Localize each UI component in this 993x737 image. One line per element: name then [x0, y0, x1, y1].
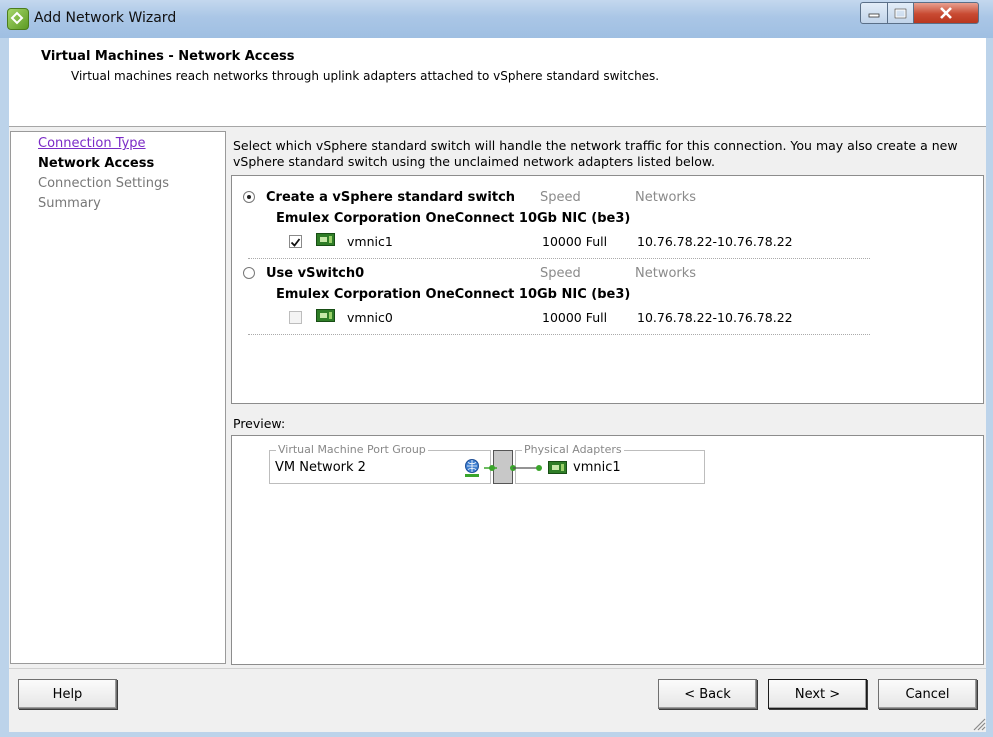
adapter-networks: 10.76.78.22-10.76.78.22: [637, 234, 793, 249]
network-adapter-icon: [316, 309, 335, 322]
wizard-steps: Connection Type Network Access Connectio…: [10, 131, 226, 664]
port-group-box: Virtual Machine Port Group VM Network 2: [269, 443, 491, 484]
create-switch-label[interactable]: Create a vSphere standard switch: [266, 190, 515, 205]
adapter-name: vmnic1: [347, 234, 393, 249]
networks-column-header: Networks: [635, 266, 697, 281]
title-bar[interactable]: Add Network Wizard: [0, 0, 993, 38]
next-button[interactable]: Next >: [768, 679, 867, 709]
vmnic0-checkbox[interactable]: [289, 311, 302, 324]
adapter-speed: 10000 Full: [542, 234, 608, 249]
adapter-speed: 10000 Full: [542, 310, 608, 325]
networks-column-header: Networks: [635, 190, 697, 205]
step-connection-type[interactable]: Connection Type: [38, 136, 146, 151]
cancel-button[interactable]: Cancel: [878, 679, 977, 709]
minimize-button[interactable]: [860, 2, 888, 24]
adapter-name: vmnic0: [347, 310, 393, 325]
resize-grip-icon[interactable]: [970, 715, 986, 731]
preview-panel: Virtual Machine Port Group VM Network 2 …: [231, 435, 984, 665]
speed-column-header: Speed: [540, 266, 581, 281]
page-subtitle: Virtual machines reach networks through …: [71, 69, 660, 83]
wizard-header: Virtual Machines - Network Access Virtua…: [9, 38, 986, 127]
switch-selection-panel: Create a vSphere standard switch Speed N…: [231, 175, 984, 404]
page-title: Virtual Machines - Network Access: [41, 49, 295, 64]
instructions-text: Select which vSphere standard switch wil…: [233, 138, 958, 169]
port-group-name: VM Network 2: [275, 460, 366, 475]
vmnic1-checkbox[interactable]: [289, 235, 302, 248]
network-adapter-icon: [548, 461, 567, 474]
step-network-access: Network Access: [38, 156, 155, 171]
close-button[interactable]: [913, 2, 979, 24]
back-button[interactable]: < Back: [658, 679, 757, 709]
window-title: Add Network Wizard: [34, 10, 177, 26]
physical-adapters-title: Physical Adapters: [522, 443, 624, 456]
row-divider: [248, 258, 870, 259]
adapter-networks: 10.76.78.22-10.76.78.22: [637, 310, 793, 325]
maximize-button[interactable]: [887, 2, 914, 24]
nic-group-title: Emulex Corporation OneConnect 10Gb NIC (…: [276, 287, 631, 302]
port-group-title: Virtual Machine Port Group: [276, 443, 428, 456]
network-adapter-icon: [316, 233, 335, 246]
check-icon: [290, 238, 301, 247]
step-connection-settings: Connection Settings: [38, 176, 170, 191]
vm-network-icon: [465, 459, 479, 477]
nic-group-title: Emulex Corporation OneConnect 10Gb NIC (…: [276, 211, 631, 226]
step-summary: Summary: [38, 196, 101, 211]
wizard-app-icon: [7, 8, 29, 30]
preview-adapter-name: vmnic1: [573, 460, 621, 475]
maximize-icon: [888, 3, 913, 23]
minimize-icon: [861, 3, 887, 23]
preview-label: Preview:: [233, 416, 286, 431]
close-icon: [914, 3, 978, 23]
create-switch-radio[interactable]: [243, 191, 255, 203]
use-vswitch0-radio[interactable]: [243, 267, 255, 279]
row-divider: [248, 334, 870, 335]
speed-column-header: Speed: [540, 190, 581, 205]
help-button[interactable]: Help: [18, 679, 117, 709]
use-vswitch0-label[interactable]: Use vSwitch0: [266, 266, 364, 281]
